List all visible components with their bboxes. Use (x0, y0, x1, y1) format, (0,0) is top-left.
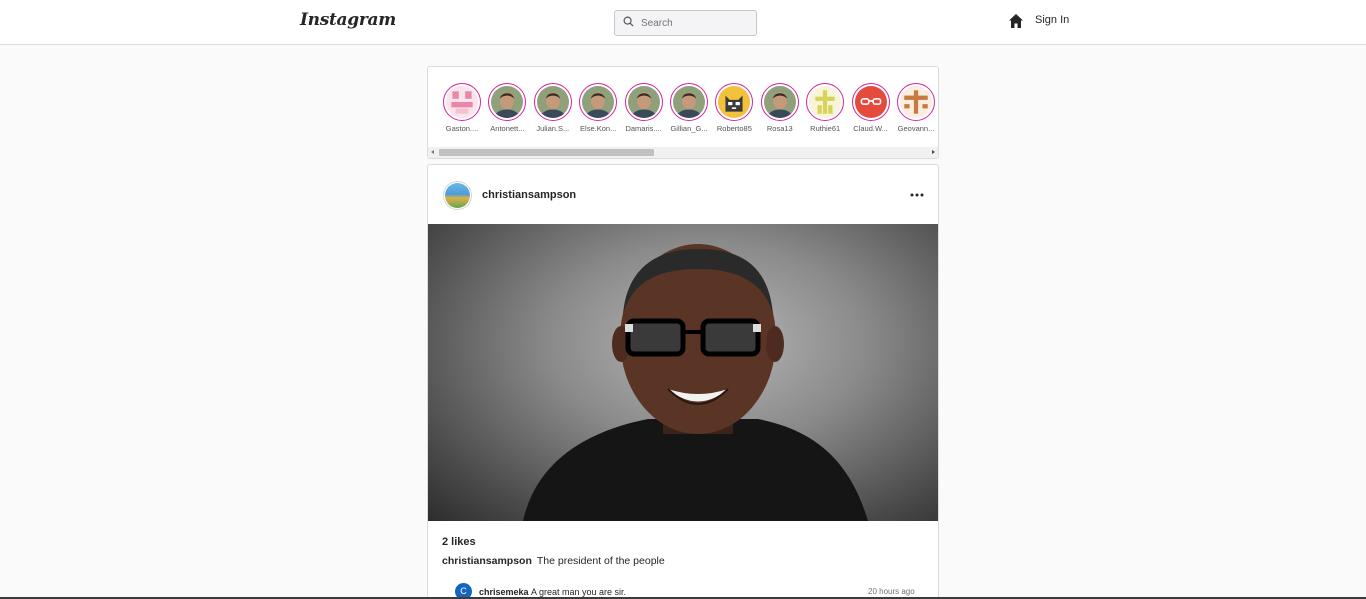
comment-timestamp: 20 hours ago (868, 587, 915, 596)
story-avatar[interactable] (851, 83, 890, 121)
story-avatar[interactable] (806, 83, 845, 121)
story-avatar[interactable] (670, 83, 708, 121)
story-username: Claud.W... (853, 124, 888, 133)
story-avatar[interactable] (715, 83, 754, 121)
post-card: christiansampson 2 likes christiansampso… (427, 164, 939, 599)
story-username: Roberto85 (716, 124, 752, 133)
post-author-avatar[interactable] (443, 181, 472, 210)
post-caption: christiansampson The president of the peo… (442, 555, 665, 567)
commenter-username[interactable]: chrisemeka (479, 587, 529, 597)
story-username: Else.Kon... (580, 124, 617, 133)
story-item[interactable]: Julian.S... (533, 83, 573, 133)
story-username: Gaston.... (445, 124, 479, 133)
story-username: Geovann... (897, 124, 935, 133)
scroll-right-arrow-icon[interactable] (932, 150, 935, 154)
story-avatar[interactable] (579, 83, 618, 121)
search-icon (623, 16, 634, 27)
comment-text: A great man you are sir. (531, 587, 627, 597)
caption-username[interactable]: christiansampson (442, 555, 532, 567)
story-avatar[interactable] (443, 83, 481, 121)
story-username: Ruthie61 (810, 124, 841, 133)
home-icon[interactable] (1008, 13, 1024, 29)
scroll-left-arrow-icon[interactable] (431, 150, 434, 154)
post-image[interactable] (428, 224, 938, 521)
likes-count[interactable]: 2 likes (442, 536, 476, 548)
story-avatar[interactable] (488, 83, 527, 121)
story-item[interactable]: Gillian_G... (669, 83, 709, 133)
more-options-icon[interactable] (910, 193, 924, 197)
search-box[interactable] (614, 10, 757, 36)
story-username: Gillian_G... (670, 124, 708, 133)
story-username: Rosa13 (766, 124, 793, 133)
scrollbar-thumb[interactable] (439, 149, 654, 156)
stories-bar: Gaston.... Antonett... Julian.S... Else.Kon… (427, 66, 939, 159)
story-item[interactable]: Ruthie61 (805, 83, 845, 133)
story-avatar[interactable] (624, 83, 663, 121)
story-item[interactable]: Roberto85 (714, 83, 754, 133)
story-item[interactable]: Geovann... (896, 83, 936, 133)
top-nav: Instagram Sign In (0, 0, 1366, 45)
story-username: Antonett... (490, 124, 525, 133)
story-item[interactable]: Gaston.... (442, 83, 482, 133)
story-item[interactable]: Else.Kon... (578, 83, 618, 133)
caption-text: The president of the people (536, 555, 665, 567)
story-item[interactable]: Damaris.... (624, 83, 664, 133)
story-item[interactable]: Rosa13 (760, 83, 800, 133)
story-avatar[interactable] (897, 83, 935, 121)
story-username: Damaris.... (625, 124, 662, 133)
story-item[interactable]: Antonett... (487, 83, 527, 133)
stories-scrollbar[interactable] (428, 147, 938, 158)
search-input[interactable] (641, 15, 751, 31)
sign-in-link[interactable]: Sign In (1035, 14, 1069, 26)
story-item[interactable]: Claud.W... (851, 83, 891, 133)
story-username: Julian.S... (536, 124, 570, 133)
portrait-photo (523, 244, 868, 521)
story-avatar[interactable] (760, 83, 799, 121)
instagram-logo[interactable]: Instagram (300, 10, 396, 30)
story-avatar[interactable] (533, 83, 572, 121)
post-author-username[interactable]: christiansampson (482, 189, 576, 201)
